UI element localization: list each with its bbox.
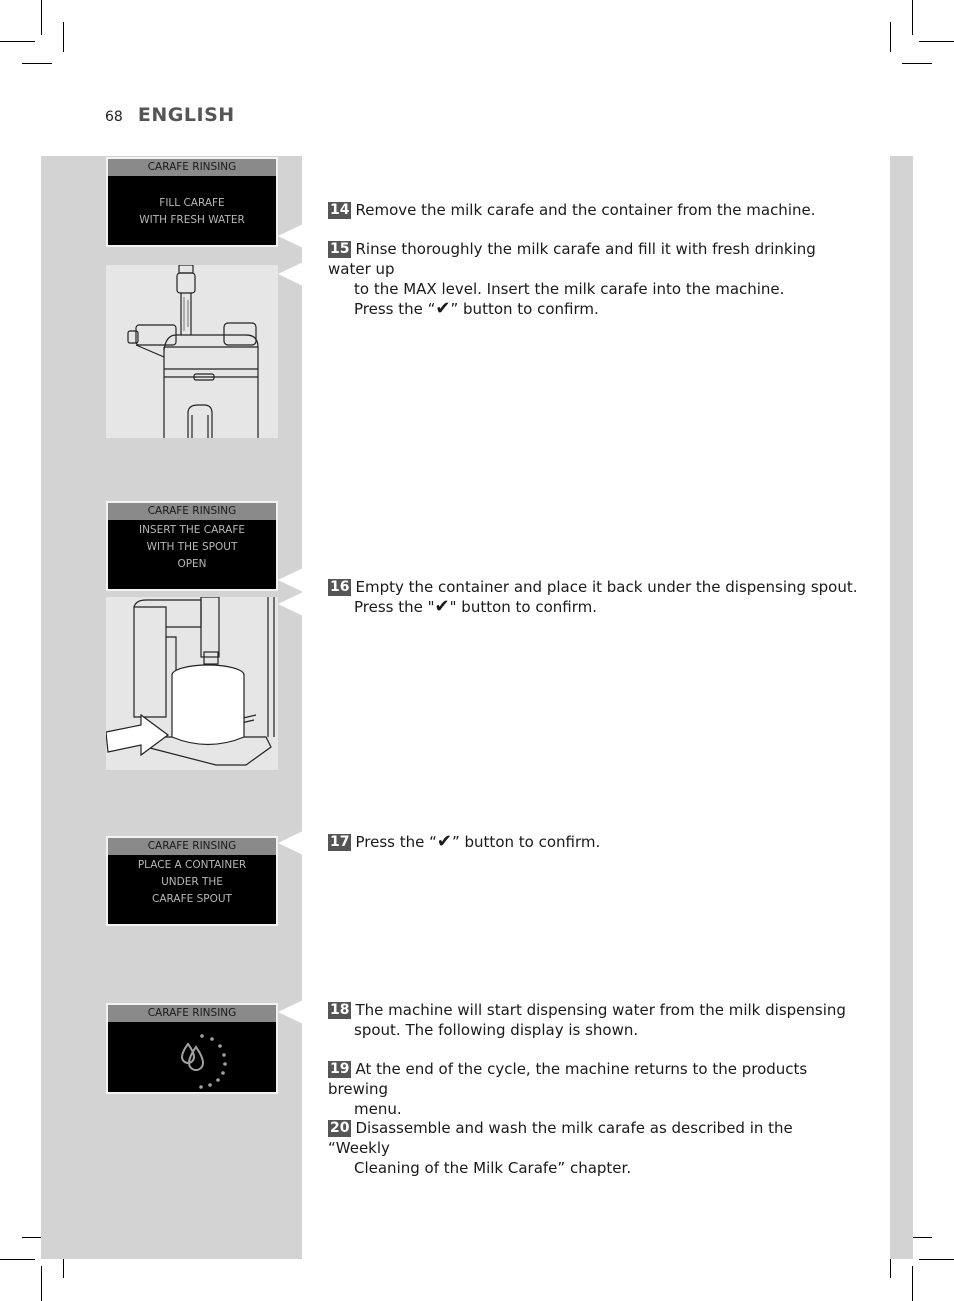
display-line: OPEN	[177, 558, 207, 570]
display-line: UNDER THE	[161, 876, 223, 888]
display-title: CARAFE RINSING	[108, 503, 276, 520]
display-line: INSERT THE CARAFE	[138, 524, 246, 536]
step-text: Cleaning of the Milk Carafe” chapter.	[354, 1159, 632, 1177]
confirm-text-after: ” button to confirm.	[450, 300, 599, 318]
display-line: FILL CARAFE	[159, 197, 225, 209]
confirm-text-after: ” button to confirm.	[451, 833, 601, 851]
step-text: The machine will start dispensing water …	[355, 1001, 846, 1019]
display-title: CARAFE RINSING	[108, 1005, 276, 1022]
checkmark-icon: ✔	[436, 831, 452, 852]
confirm-text-before: Press the “	[355, 833, 437, 851]
crop-mark	[41, 0, 42, 35]
step-text: spout. The following display is shown.	[354, 1021, 639, 1039]
step-14: 14 Remove the milk carafe and the contain…	[328, 200, 858, 220]
step-text: to the MAX level. Insert the milk carafe…	[354, 280, 785, 298]
step-16: 16 Empty the container and place it back …	[328, 577, 858, 617]
step-15: 15 Rinse thoroughly the milk carafe and f…	[328, 239, 858, 319]
confirm-text-before: Press the “	[354, 300, 436, 318]
water-drops-progress-icon	[180, 1034, 227, 1089]
confirm-text-before: Press the "	[354, 598, 435, 616]
pointer-arrow	[278, 1000, 303, 1024]
step-number-badge: 18	[328, 1002, 352, 1019]
crop-mark	[0, 41, 35, 42]
display-line: CARAFE SPOUT	[152, 893, 232, 905]
step-text: At the end of the cycle, the machine ret…	[328, 1060, 808, 1098]
display-line: WITH FRESH WATER	[139, 214, 245, 226]
step-text: Disassemble and wash the milk carafe as …	[328, 1119, 793, 1157]
checkmark-icon: ✔	[434, 596, 450, 617]
crop-mark	[919, 1259, 954, 1260]
checkmark-icon: ✔	[435, 298, 451, 319]
pointer-arrow	[278, 224, 303, 248]
display-line	[108, 178, 276, 195]
pointer-arrow	[278, 831, 303, 855]
display-title: CARAFE RINSING	[108, 838, 276, 855]
page-number: 68	[105, 109, 123, 125]
step-19: 19 At the end of the cycle, the machine r…	[328, 1059, 858, 1119]
machine-display: CARAFE RINSING	[106, 1003, 278, 1094]
crop-mark	[912, 0, 913, 35]
step-number-badge: 20	[328, 1120, 352, 1137]
step-text: Remove the milk carafe and the container…	[355, 201, 816, 219]
crop-mark	[63, 22, 64, 52]
page-header: 68 ENGLISH	[105, 104, 235, 126]
crop-mark	[41, 1266, 42, 1301]
step-number-badge: 17	[328, 834, 352, 851]
step-text: Rinse thoroughly the milk carafe and fil…	[328, 240, 816, 278]
container-illustration	[106, 597, 278, 770]
pointer-arrow	[278, 592, 303, 616]
step-number-badge: 14	[328, 202, 352, 219]
container-under-spout-drawing	[106, 597, 275, 766]
step-18: 18 The machine will start dispensing wate…	[328, 1000, 858, 1040]
language-title: ENGLISH	[137, 104, 235, 126]
crop-mark	[919, 41, 954, 42]
crop-mark	[22, 63, 52, 64]
carafe-under-tap-drawing	[127, 265, 259, 438]
display-line: PLACE A CONTAINER	[137, 859, 247, 871]
step-20: 20 Disassemble and wash the milk carafe a…	[328, 1118, 858, 1178]
step-number-badge: 15	[328, 241, 352, 258]
display-line: WITH THE SPOUT	[146, 541, 238, 553]
display-title: CARAFE RINSING	[108, 159, 276, 176]
crop-mark	[890, 22, 891, 52]
crop-mark	[902, 63, 932, 64]
step-text: Empty the container and place it back un…	[355, 578, 858, 596]
machine-display: CARAFE RINSING FILL CARAFE WITH FRESH WA…	[106, 157, 278, 247]
machine-display: CARAFE RINSING PLACE A CONTAINER UNDER T…	[106, 836, 278, 926]
crop-mark	[0, 1259, 35, 1260]
pointer-arrow	[278, 568, 303, 592]
fill-carafe-illustration	[106, 265, 278, 438]
side-tab-strip	[890, 156, 913, 1259]
confirm-text-after: " button to confirm.	[449, 598, 598, 616]
crop-mark	[912, 1266, 913, 1301]
pointer-arrow	[278, 262, 303, 286]
step-text: menu.	[354, 1100, 402, 1118]
step-17: 17 Press the “✔” button to confirm.	[328, 832, 858, 852]
step-number-badge: 19	[328, 1061, 352, 1078]
step-number-badge: 16	[328, 579, 352, 596]
machine-display: CARAFE RINSING INSERT THE CARAFE WITH TH…	[106, 501, 278, 591]
